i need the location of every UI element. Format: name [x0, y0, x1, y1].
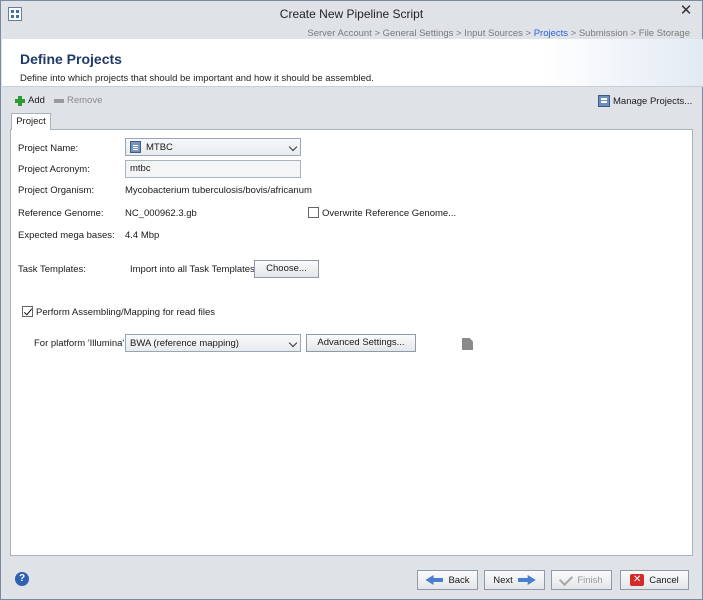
- platform-mapper-value: BWA (reference mapping): [130, 337, 239, 349]
- add-project-button[interactable]: Add: [15, 95, 45, 106]
- project-name-value: MTBC: [146, 141, 173, 153]
- mega-bases-value: 4.4 Mbp: [125, 230, 160, 241]
- finish-button[interactable]: Finish: [551, 570, 612, 590]
- next-label: Next: [493, 574, 513, 586]
- project-icon: [130, 141, 141, 153]
- next-button[interactable]: Next: [484, 570, 545, 590]
- plus-icon: [15, 95, 25, 106]
- breadcrumb-after: > Submission > File Storage: [568, 28, 690, 39]
- choose-templates-button[interactable]: Choose...: [254, 260, 319, 278]
- wizard-footer: ? Back Next Finish ✕ Cancel: [2, 562, 703, 600]
- project-name-select[interactable]: MTBC: [125, 138, 301, 156]
- close-window-button[interactable]: ✕: [675, 2, 697, 20]
- remove-project-button[interactable]: Remove: [54, 95, 102, 106]
- perform-assembling-checkbox[interactable]: [22, 306, 33, 317]
- page-description: Define into which projects that should b…: [20, 73, 374, 84]
- breadcrumb: Server Account > General Settings > Inpu…: [307, 28, 690, 39]
- project-panel: Project Name: MTBC Project Acronym: mtbc…: [10, 129, 693, 556]
- overwrite-reference-label: Overwrite Reference Genome...: [322, 208, 457, 219]
- arrow-right-icon: [517, 575, 536, 585]
- manage-projects-icon: [598, 95, 610, 107]
- perform-assembling-label: Perform Assembling/Mapping for read file…: [36, 307, 215, 318]
- document-icon[interactable]: [462, 338, 473, 350]
- page-title: Define Projects: [20, 51, 122, 67]
- finish-label: Finish: [577, 574, 603, 586]
- project-organism-label: Project Organism:: [18, 185, 95, 196]
- reference-genome-value: NC_000962.3.gb: [125, 208, 197, 219]
- advanced-settings-button[interactable]: Advanced Settings...: [306, 334, 416, 352]
- import-templates-label: Import into all Task Templates: [130, 264, 255, 275]
- add-label: Add: [28, 95, 45, 106]
- project-name-label: Project Name:: [18, 143, 79, 154]
- project-toolbar: Add Remove Manage Projects...: [2, 91, 703, 111]
- check-icon: [559, 571, 574, 586]
- manage-label: Manage Projects...: [613, 95, 693, 107]
- breadcrumb-active: Projects: [533, 28, 569, 39]
- back-button[interactable]: Back: [417, 570, 478, 590]
- close-icon: ✕: [679, 2, 693, 19]
- wizard-window: Create New Pipeline Script ✕ Server Acco…: [0, 0, 703, 600]
- platform-mapper-select[interactable]: BWA (reference mapping): [125, 334, 301, 352]
- manage-projects-button[interactable]: Manage Projects...: [598, 95, 692, 107]
- chevron-down-icon: [288, 142, 298, 152]
- tab-project[interactable]: Project: [11, 113, 51, 130]
- title-bar: Create New Pipeline Script ✕: [1, 1, 702, 27]
- help-icon: ?: [18, 573, 26, 584]
- breadcrumb-before: Server Account > General Settings > Inpu…: [307, 28, 534, 39]
- window-title: Create New Pipeline Script: [279, 7, 424, 21]
- arrow-left-icon: [425, 575, 444, 585]
- mega-bases-label: Expected mega bases:: [18, 230, 115, 241]
- back-label: Back: [448, 574, 470, 586]
- project-acronym-field[interactable]: mtbc: [125, 160, 301, 178]
- cancel-button[interactable]: ✕ Cancel: [620, 570, 689, 590]
- reference-genome-label: Reference Genome:: [18, 208, 104, 219]
- remove-label: Remove: [67, 95, 103, 106]
- cancel-icon: ✕: [630, 574, 645, 586]
- overwrite-reference-checkbox[interactable]: [308, 207, 319, 218]
- platform-label: For platform 'Illumina':: [34, 338, 127, 349]
- page-header-banner: Define Projects Define into which projec…: [2, 39, 703, 87]
- task-templates-label: Task Templates:: [18, 264, 86, 275]
- project-organism-value: Mycobacterium tuberculosis/bovis/african…: [125, 185, 312, 196]
- cancel-label: Cancel: [649, 574, 679, 586]
- project-acronym-label: Project Acronym:: [18, 164, 90, 175]
- chevron-down-icon: [288, 338, 298, 348]
- help-button[interactable]: ?: [15, 572, 29, 586]
- minus-icon: [54, 98, 64, 103]
